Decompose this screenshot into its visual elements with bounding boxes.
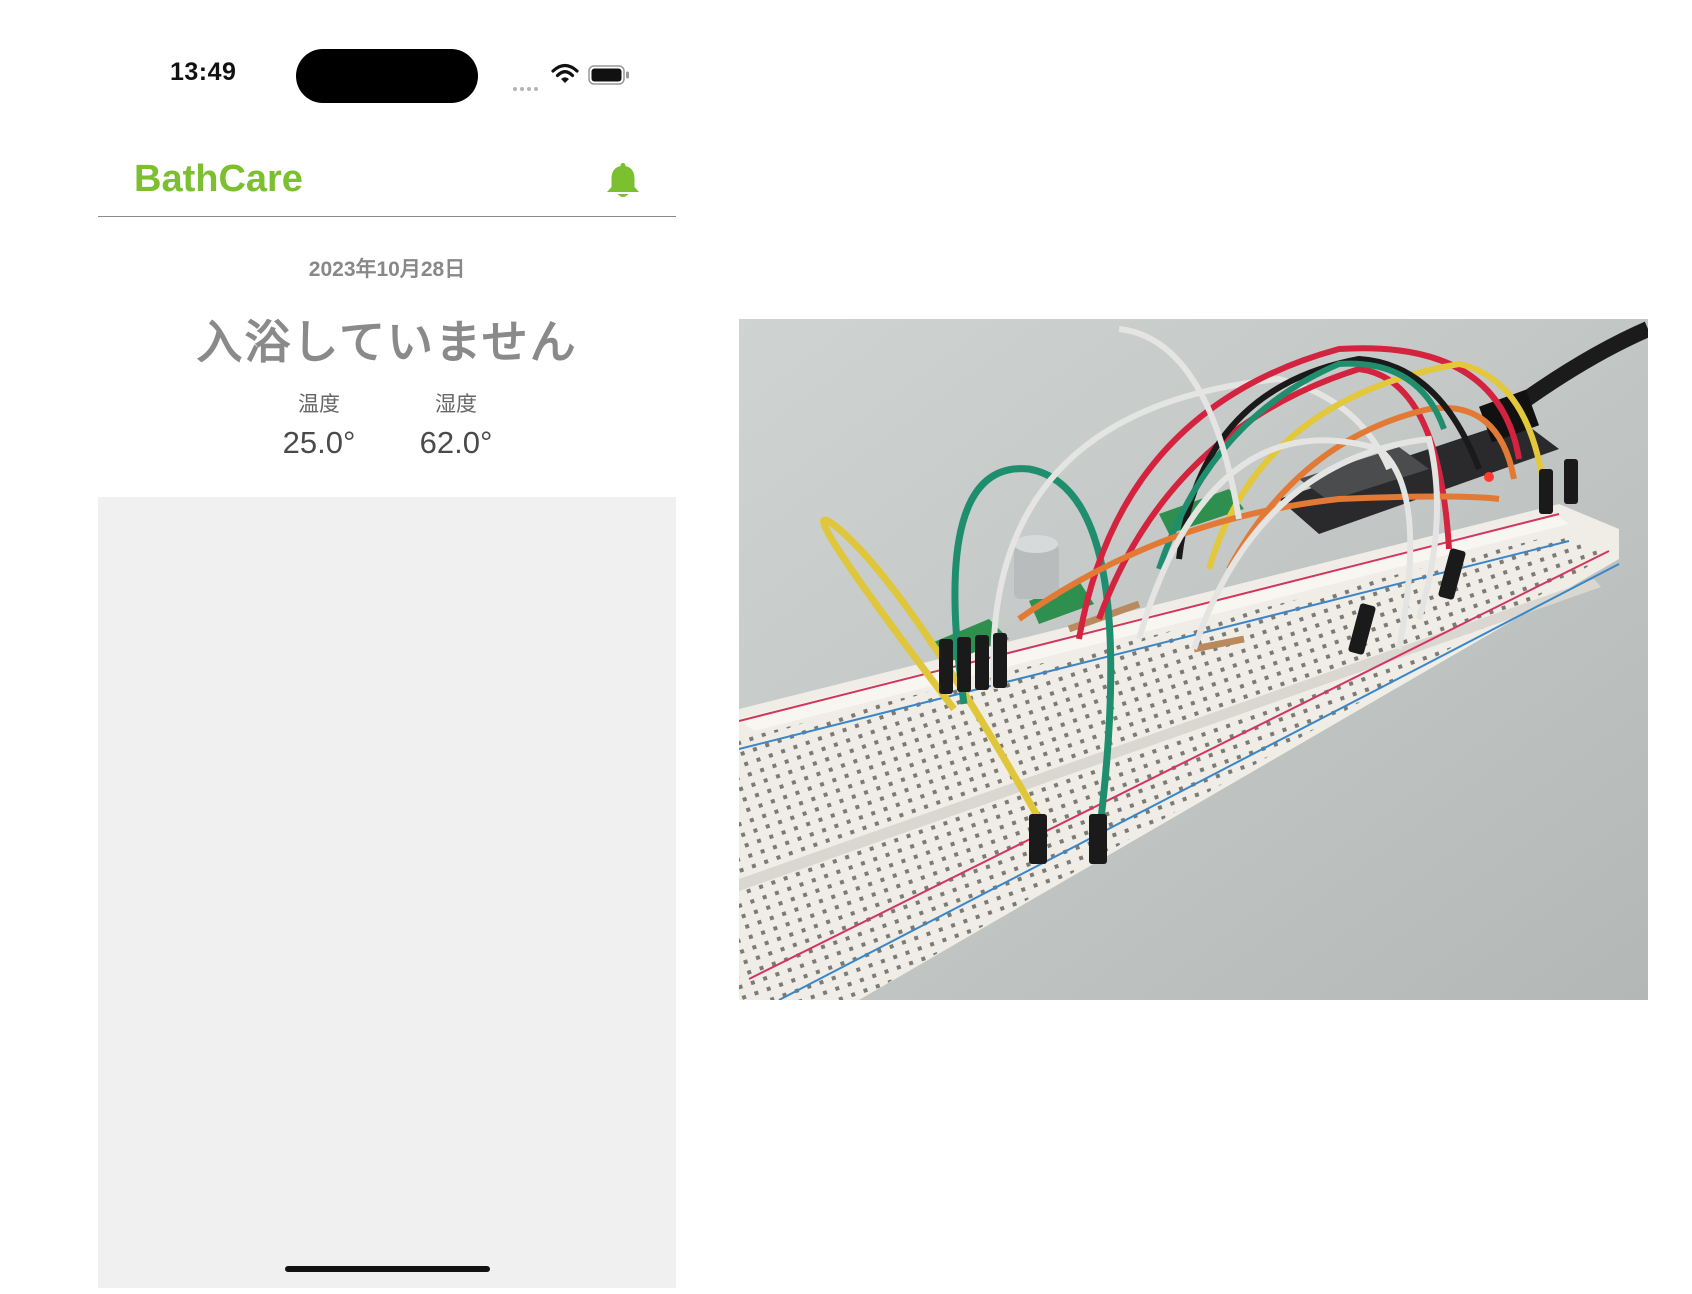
- breadboard-photo: [739, 319, 1648, 1000]
- dynamic-island: [296, 49, 478, 103]
- content-area: [98, 497, 676, 1288]
- humidity-value: 62.0°: [419, 425, 493, 460]
- breadboard-illustration: [739, 319, 1648, 1000]
- app-header: BathCare: [98, 140, 676, 217]
- status-bar: 13:49: [98, 0, 676, 110]
- date-label: 2023年10月28日: [308, 258, 466, 281]
- bath-status: 入浴していません: [196, 316, 578, 368]
- humidity-reading: 湿度 62.0°: [396, 388, 516, 461]
- wifi-icon: [551, 63, 579, 83]
- notification-button[interactable]: [602, 160, 644, 202]
- bell-icon: [607, 163, 639, 197]
- battery-icon: [588, 65, 629, 85]
- status-time: 13:49: [170, 58, 237, 86]
- temperature-value: 25.0°: [282, 425, 356, 460]
- temperature-reading: 温度 25.0°: [259, 388, 379, 461]
- humidity-label: 湿度: [435, 393, 477, 416]
- signal-dots-icon: [513, 78, 541, 96]
- phone-screen: 13:49 BathCare 2023年10月28日 入浴していません 温度 2…: [98, 0, 676, 1288]
- temperature-label: 温度: [298, 393, 340, 416]
- app-title: BathCare: [134, 158, 303, 200]
- home-indicator[interactable]: [285, 1266, 490, 1272]
